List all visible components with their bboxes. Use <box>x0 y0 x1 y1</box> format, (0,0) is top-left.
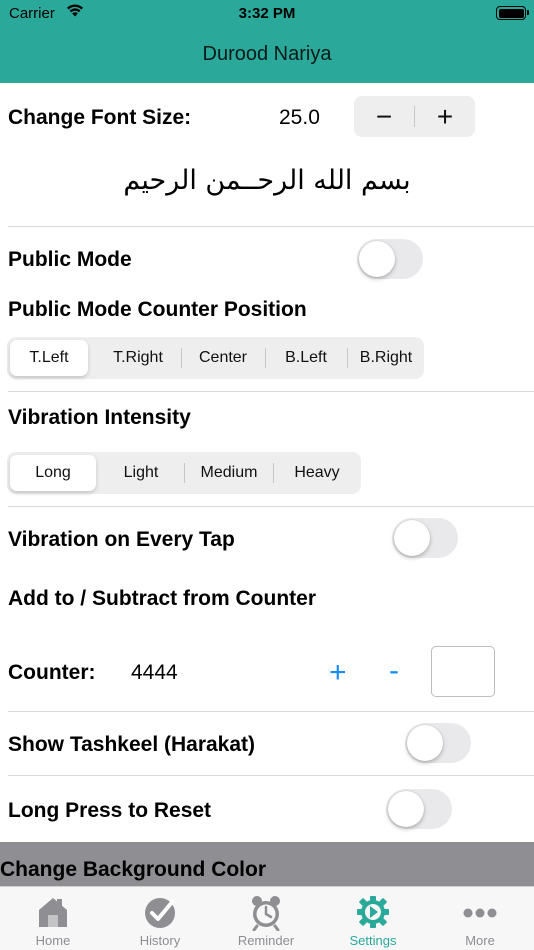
tab-more[interactable]: More <box>427 887 533 950</box>
tab-history[interactable]: History <box>107 887 213 950</box>
home-icon <box>39 898 67 927</box>
counter-position-option-bleft[interactable]: B.Left <box>266 337 346 379</box>
counter-add-button[interactable]: + <box>329 656 347 690</box>
checkmark-badge-icon <box>145 898 175 928</box>
vibration-option-light[interactable]: Light <box>99 452 183 494</box>
font-size-value: 25.0 <box>279 106 320 129</box>
background-color-label: Change Background Color <box>0 858 267 881</box>
tab-reminder-label: Reminder <box>237 933 295 948</box>
tab-more-label: More <box>465 933 495 948</box>
long-press-reset-toggle[interactable] <box>386 789 452 829</box>
divider <box>8 775 534 776</box>
gear-icon <box>357 896 389 928</box>
vibration-every-tap-label: Vibration on Every Tap <box>8 528 235 551</box>
font-size-increment-button[interactable]: + <box>415 96 475 137</box>
tab-home[interactable]: Home <box>0 887 106 950</box>
vibration-option-heavy[interactable]: Heavy <box>274 452 360 494</box>
counter-label: Counter: <box>8 661 96 684</box>
show-tashkeel-toggle[interactable] <box>405 723 471 763</box>
tab-history-label: History <box>139 933 181 948</box>
counter-position-option-center[interactable]: Center <box>182 337 264 379</box>
vibration-intensity-segmented-control[interactable]: Long Light Medium Heavy <box>7 452 361 494</box>
status-bar: Carrier 3:32 PM <box>0 0 534 28</box>
vibration-every-tap-toggle[interactable] <box>392 518 458 558</box>
counter-position-label: Public Mode Counter Position <box>8 298 307 321</box>
font-size-decrement-button[interactable]: − <box>354 96 414 137</box>
page-title: Durood Nariya <box>202 43 332 65</box>
counter-position-option-bright[interactable]: B.Right <box>348 337 424 379</box>
tab-home-label: Home <box>35 933 71 948</box>
tab-reminder[interactable]: Reminder <box>213 887 319 950</box>
nav-header: Carrier 3:32 PM Durood Nariya <box>0 0 534 83</box>
counter-subtract-button[interactable]: - <box>389 654 399 688</box>
tab-settings-label: Settings <box>349 933 397 948</box>
vibration-option-long[interactable]: Long <box>10 455 96 491</box>
public-mode-toggle[interactable] <box>357 239 423 279</box>
vibration-option-medium[interactable]: Medium <box>185 452 273 494</box>
vibration-intensity-label: Vibration Intensity <box>8 406 191 429</box>
font-size-stepper[interactable]: − + <box>354 96 475 137</box>
background-color-section: Change Background Color <box>0 842 534 888</box>
public-mode-label: Public Mode <box>8 248 132 271</box>
font-size-label: Change Font Size: <box>8 106 192 129</box>
arabic-preview-text: بسم الله الرحــمن الرحيم <box>123 165 411 196</box>
divider <box>8 226 534 227</box>
tab-settings[interactable]: Settings <box>320 887 426 950</box>
tab-bar: Home History Reminder Settings More <box>0 886 534 950</box>
battery-icon <box>496 6 529 20</box>
alarm-clock-icon <box>252 896 280 931</box>
counter-position-option-tright[interactable]: T.Right <box>95 337 181 379</box>
counter-position-option-tleft[interactable]: T.Left <box>10 340 88 376</box>
counter-amount-input[interactable] <box>431 646 495 697</box>
divider <box>8 506 534 507</box>
divider <box>8 711 534 712</box>
more-dots-icon <box>463 908 497 918</box>
add-subtract-label: Add to / Subtract from Counter <box>8 587 316 610</box>
counter-value: 4444 <box>131 661 178 684</box>
show-tashkeel-label: Show Tashkeel (Harakat) <box>8 733 256 756</box>
long-press-reset-label: Long Press to Reset <box>8 799 212 822</box>
divider <box>8 391 534 392</box>
counter-position-segmented-control[interactable]: T.Left T.Right Center B.Left B.Right <box>7 337 424 379</box>
status-time: 3:32 PM <box>238 5 296 22</box>
